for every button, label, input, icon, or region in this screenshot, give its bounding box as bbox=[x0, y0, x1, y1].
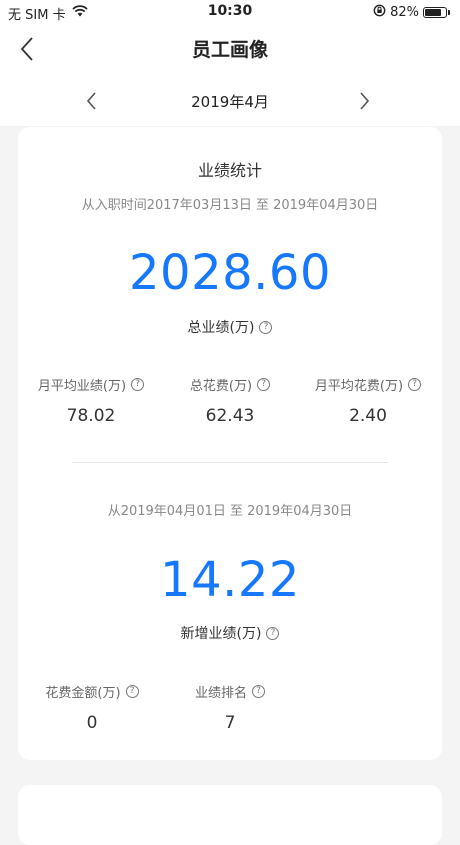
status-bar: 无 SIM 卡 10:30 82% bbox=[0, 0, 460, 24]
total-cost: 总花费(万)? 62.43 bbox=[160, 375, 300, 426]
stat-label: 花费金额(万) bbox=[45, 686, 121, 701]
stat-value: 78.02 bbox=[66, 406, 116, 426]
performance-rank: 业绩排名? 7 bbox=[160, 682, 300, 733]
cost-amount: 花费金额(万)? 0 bbox=[22, 682, 162, 733]
card-title: 业绩统计 bbox=[197, 161, 262, 180]
help-icon[interactable]: ? bbox=[252, 685, 265, 698]
stat-label: 总花费(万) bbox=[189, 379, 253, 394]
total-date-range: 从入职时间2017年03月13日 至 2019年04月30日 bbox=[81, 198, 379, 213]
next-month-button[interactable] bbox=[352, 89, 376, 113]
performance-card: 业绩统计 从入职时间2017年03月13日 至 2019年04月30日 2028… bbox=[18, 127, 442, 760]
help-icon[interactable]: ? bbox=[266, 626, 280, 640]
next-card bbox=[18, 785, 442, 845]
avg-monthly-cost: 月平均花费(万)? 2.40 bbox=[298, 375, 438, 426]
new-performance-value: 14.22 bbox=[160, 552, 300, 608]
stat-value: 62.43 bbox=[205, 406, 255, 426]
chevron-right-icon bbox=[360, 92, 370, 110]
section-divider bbox=[72, 462, 388, 463]
help-icon[interactable]: ? bbox=[125, 685, 139, 698]
orientation-lock-icon bbox=[373, 4, 386, 21]
new-performance-label-row: 新增业绩(万) ? bbox=[18, 623, 442, 643]
month-date-range: 从2019年04月01日 至 2019年04月30日 bbox=[107, 504, 353, 519]
battery-fill bbox=[425, 9, 441, 16]
total-performance-label-row: 总业绩(万) ? bbox=[18, 317, 442, 337]
stat-label: 月平均业绩(万) bbox=[37, 379, 127, 394]
help-icon[interactable]: ? bbox=[257, 378, 271, 391]
battery-percent: 82% bbox=[390, 5, 419, 20]
battery-cap bbox=[448, 10, 450, 15]
stat-label: 月平均花费(万) bbox=[314, 379, 404, 394]
total-performance-value: 2028.60 bbox=[129, 245, 331, 301]
avg-monthly-performance: 月平均业绩(万)? 78.02 bbox=[21, 375, 161, 426]
page-title: 员工画像 bbox=[191, 39, 268, 61]
battery-icon bbox=[423, 7, 447, 18]
stat-label: 业绩排名 bbox=[194, 686, 247, 701]
help-icon[interactable]: ? bbox=[131, 378, 145, 391]
help-icon[interactable]: ? bbox=[259, 320, 273, 334]
stat-value: 2.40 bbox=[349, 406, 387, 426]
stat-value: 0 bbox=[86, 713, 98, 733]
new-performance-label: 新增业绩(万) bbox=[180, 626, 262, 642]
month-label: 2019年4月 bbox=[191, 93, 269, 111]
help-icon[interactable]: ? bbox=[408, 378, 422, 391]
month-selector: 2019年4月 bbox=[0, 86, 460, 116]
total-performance-label: 总业绩(万) bbox=[187, 320, 255, 336]
stat-value: 7 bbox=[224, 713, 236, 733]
